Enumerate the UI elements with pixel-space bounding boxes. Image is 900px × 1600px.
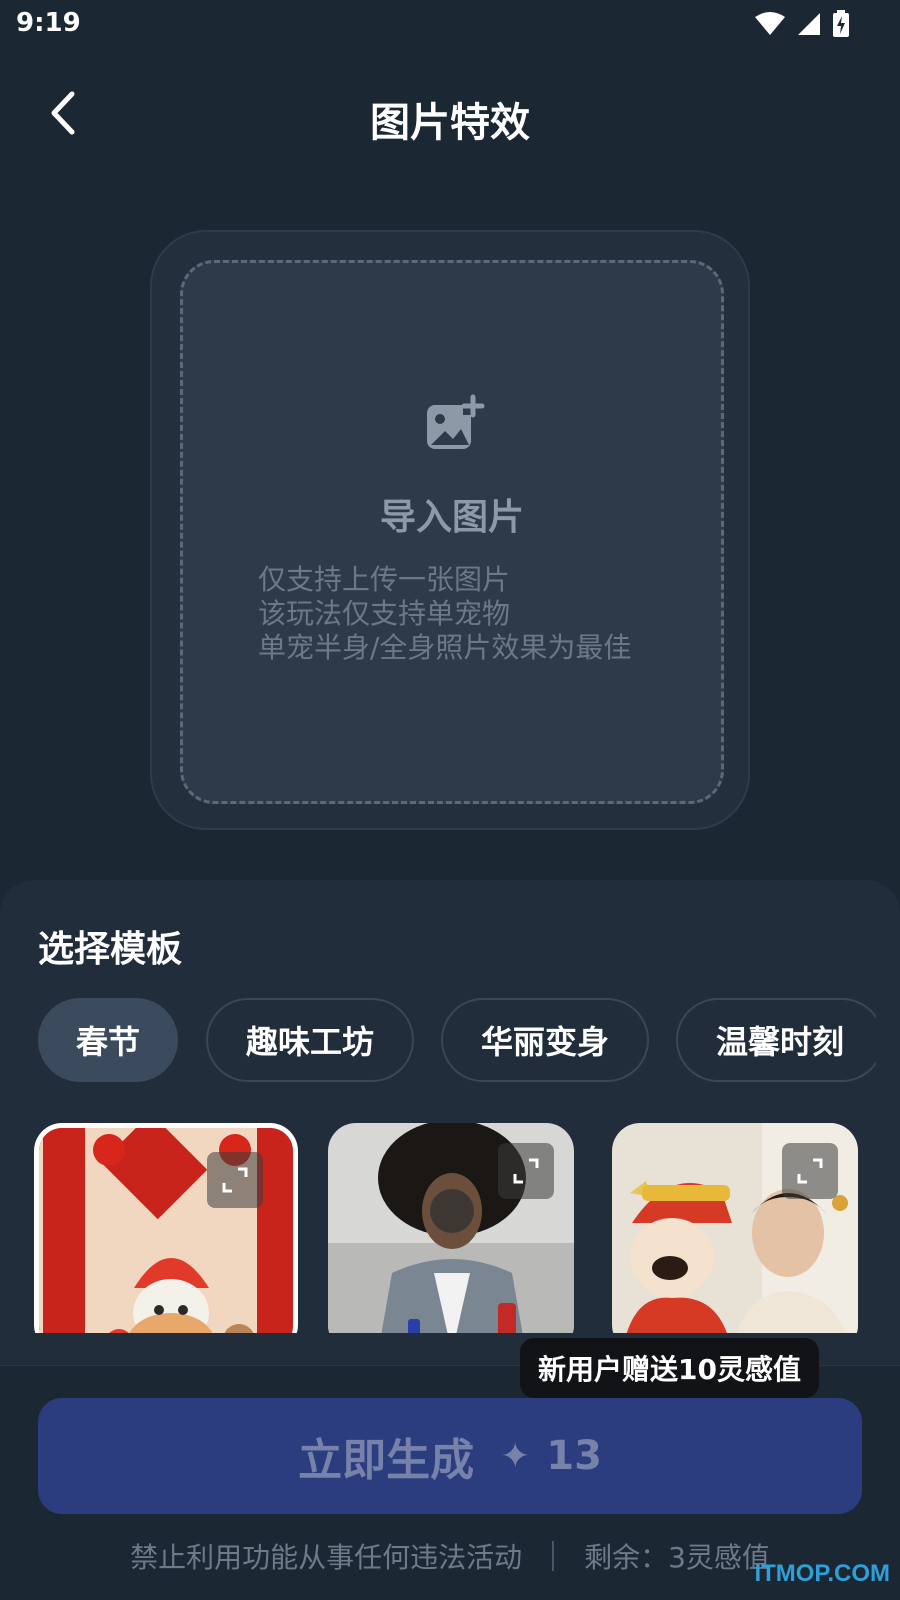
template-thumbnails	[0, 1123, 900, 1333]
template-thumbnail[interactable]	[328, 1123, 574, 1333]
import-image-dropzone[interactable]: 导入图片 仅支持上传一张图片 该玩法仅支持单宠物 单宠半身/全身照片效果为最佳	[180, 260, 724, 804]
upload-hint: 仅支持上传一张图片	[258, 563, 511, 596]
status-time: 9:19	[16, 8, 81, 38]
add-photo-icon	[427, 394, 485, 449]
status-icons	[754, 10, 850, 38]
legal-notice: 禁止利用功能从事任何违法活动	[130, 1541, 523, 1574]
template-tabs: 春节 趣味工坊 华丽变身 温馨时刻	[38, 998, 876, 1084]
generate-cost: 13	[546, 1433, 602, 1479]
tab-spring-festival[interactable]: 春节	[38, 998, 178, 1082]
sparkle-icon: ✦	[500, 1435, 531, 1477]
upload-hints: 仅支持上传一张图片 该玩法仅支持单宠物 单宠半身/全身照片效果为最佳	[258, 563, 631, 665]
upload-hint: 该玩法仅支持单宠物	[258, 597, 511, 630]
generate-button[interactable]: 立即生成 ✦ 13	[38, 1398, 862, 1514]
expand-preview-button[interactable]	[782, 1143, 838, 1199]
tab-label: 趣味工坊	[245, 1023, 374, 1061]
tab-label: 华丽变身	[480, 1023, 609, 1061]
remaining-credits: 剩余：3灵感值	[584, 1541, 770, 1574]
battery-charging-icon	[833, 10, 849, 37]
tab-gorgeous-transform[interactable]: 华丽变身	[441, 998, 649, 1082]
template-thumbnail[interactable]	[612, 1123, 858, 1333]
new-user-promo-badge: 新用户赠送10灵感值	[520, 1338, 819, 1398]
template-thumbnail[interactable]	[34, 1123, 298, 1333]
signal-icon	[798, 13, 820, 35]
tab-label: 春节	[75, 1023, 140, 1061]
tab-warm-moments[interactable]: 温馨时刻	[676, 998, 876, 1082]
expand-preview-button[interactable]	[207, 1152, 263, 1208]
watermark: ITMOP.COM	[754, 1560, 890, 1587]
page-title: 图片特效	[370, 100, 530, 146]
wifi-icon	[755, 12, 785, 35]
expand-icon	[513, 1158, 539, 1184]
expand-preview-button[interactable]	[498, 1143, 554, 1199]
upload-hint: 单宠半身/全身照片效果为最佳	[258, 631, 632, 664]
status-bar: 9:19	[0, 0, 900, 50]
expand-icon	[797, 1158, 823, 1184]
header: 图片特效	[0, 70, 900, 160]
upload-title: 导入图片	[379, 497, 524, 538]
tab-label: 温馨时刻	[715, 1023, 844, 1061]
expand-icon	[222, 1167, 248, 1193]
generate-label: 立即生成	[298, 1435, 475, 1486]
tab-fun-workshop[interactable]: 趣味工坊	[206, 998, 414, 1082]
section-title: 选择模板	[38, 929, 183, 970]
divider	[552, 1541, 555, 1571]
upload-panel: 导入图片 仅支持上传一张图片 该玩法仅支持单宠物 单宠半身/全身照片效果为最佳	[150, 230, 750, 830]
